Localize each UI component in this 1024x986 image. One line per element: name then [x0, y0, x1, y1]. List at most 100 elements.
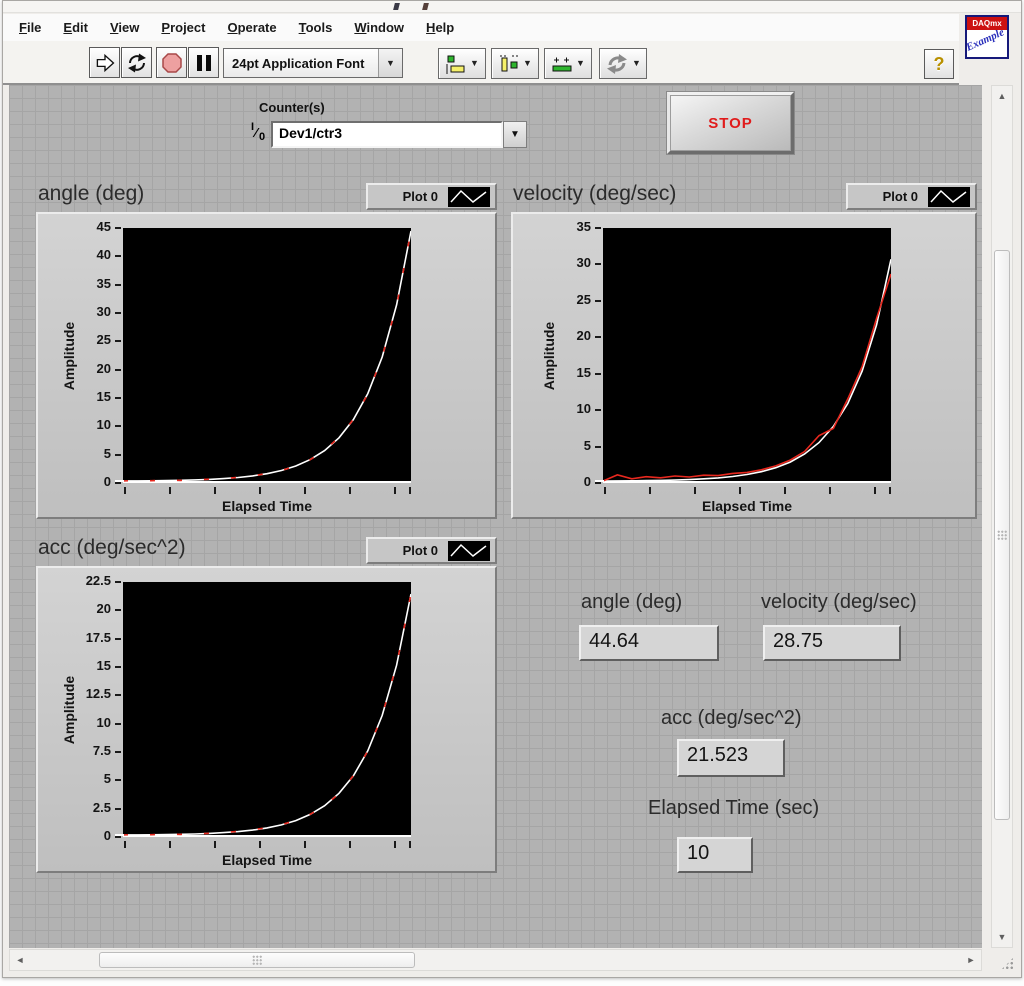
y-tick-mark — [115, 227, 121, 229]
thumb-grip-icon — [252, 955, 262, 965]
y-tick-label: 40 — [38, 247, 111, 262]
y-tick-label: 15 — [38, 389, 111, 404]
io-icon: I∕0 — [247, 121, 271, 148]
plot-sample-icon[interactable] — [928, 187, 970, 207]
plot-legend[interactable]: Plot 0 — [366, 537, 497, 564]
acc-chart: acc (deg/sec^2)Plot 022.52017.51512.5107… — [36, 536, 497, 873]
scroll-right-button[interactable]: ► — [961, 950, 981, 970]
font-selector-arrow[interactable]: ▼ — [378, 49, 402, 77]
chart-title: acc (deg/sec^2) — [38, 536, 186, 560]
menu-item-help[interactable]: Help — [426, 20, 454, 35]
labview-front-panel-window: File Edit View Project Operate Tools Window Hel… — [2, 0, 1022, 978]
daqmx-badge-body: Example — [967, 30, 1007, 57]
y-tick-label: 2.5 — [38, 800, 111, 815]
run-continuously-button[interactable] — [121, 47, 152, 78]
thumb-grip-icon — [997, 530, 1007, 540]
reorder-icon — [605, 53, 629, 75]
reorder-button[interactable]: ▼ — [599, 48, 647, 79]
y-tick-label: 5 — [38, 771, 111, 786]
plot-legend[interactable]: Plot 0 — [366, 183, 497, 210]
y-tick-mark — [115, 779, 121, 781]
x-axis-label: Elapsed Time — [123, 852, 411, 868]
y-tick-mark — [115, 482, 121, 484]
abort-button[interactable] — [156, 47, 187, 78]
plot-area[interactable] — [123, 582, 411, 837]
x-tick-mark — [604, 487, 606, 494]
front-panel: Counter(s) I∕0 Dev1/ctr3 ▼ STOP angle (d… — [9, 85, 982, 948]
menu-item-file[interactable]: File — [19, 20, 41, 35]
velocity-chart: velocity (deg/sec)Plot 035302520151050Am… — [511, 182, 977, 519]
scroll-down-button[interactable]: ▼ — [992, 927, 1012, 947]
daqmx-badge-header: DAQmx — [967, 17, 1007, 30]
title-text-fragment — [422, 3, 429, 10]
y-tick-mark — [115, 723, 121, 725]
chevron-down-icon: ▼ — [632, 59, 641, 68]
plot-area[interactable] — [603, 228, 891, 483]
plot-legend-label: Plot 0 — [403, 189, 438, 204]
menubar: File Edit View Project Operate Tools Window Hel… — [3, 14, 959, 41]
y-tick-mark — [115, 638, 121, 640]
plot-legend[interactable]: Plot 0 — [846, 183, 977, 210]
x-tick-mark — [394, 841, 396, 848]
y-tick-mark — [115, 609, 121, 611]
acc-indicator-label: acc (deg/sec^2) — [661, 707, 802, 730]
counter-combo[interactable]: I∕0 Dev1/ctr3 ▼ — [247, 121, 527, 148]
plot-legend-label: Plot 0 — [883, 189, 918, 204]
plot-area[interactable] — [123, 228, 411, 483]
pause-icon — [194, 53, 214, 73]
y-tick-label: 15 — [38, 658, 111, 673]
y-tick-label: 20 — [38, 601, 111, 616]
chart-title: angle (deg) — [38, 182, 144, 206]
y-tick-mark — [595, 300, 601, 302]
vertical-scroll-thumb[interactable] — [994, 250, 1010, 820]
font-selector[interactable]: 24pt Application Font ▼ — [223, 48, 403, 78]
scroll-down-icon: ▼ — [998, 932, 1007, 942]
angle-chart: angle (deg)Plot 0454035302520151050Ampli… — [36, 182, 497, 519]
x-tick-mark — [214, 487, 216, 494]
y-tick-mark — [595, 409, 601, 411]
menu-item-operate[interactable]: Operate — [227, 20, 276, 35]
y-tick-label: 22.5 — [38, 573, 111, 588]
plot-sample-icon[interactable] — [448, 187, 490, 207]
x-tick-mark — [739, 487, 741, 494]
plot-sample-icon[interactable] — [448, 541, 490, 561]
counter-value-field[interactable]: Dev1/ctr3 — [271, 121, 503, 148]
horizontal-scrollbar[interactable]: ◄ ► — [9, 949, 982, 971]
align-objects-button[interactable]: ▼ — [438, 48, 486, 79]
menu-item-tools[interactable]: Tools — [299, 20, 333, 35]
stop-button[interactable]: STOP — [667, 92, 794, 154]
counter-dropdown-arrow[interactable]: ▼ — [503, 121, 527, 148]
scroll-left-button[interactable]: ◄ — [10, 950, 30, 970]
y-tick-mark — [595, 446, 601, 448]
chart-panel: 22.52017.51512.5107.552.50AmplitudeElaps… — [36, 566, 497, 873]
y-tick-label: 30 — [38, 304, 111, 319]
run-button[interactable] — [89, 47, 120, 78]
y-tick-label: 30 — [513, 255, 591, 270]
x-axis-label: Elapsed Time — [123, 498, 411, 514]
title-text-fragment — [393, 3, 400, 10]
angle-indicator-label: angle (deg) — [581, 591, 682, 614]
elapsed-time-indicator-label: Elapsed Time (sec) — [648, 797, 819, 820]
y-tick-mark — [115, 312, 121, 314]
x-tick-mark — [409, 487, 411, 494]
distribute-objects-button[interactable]: ▼ — [491, 48, 539, 79]
resize-objects-button[interactable]: ▼ — [544, 48, 592, 79]
vertical-scrollbar[interactable]: ▲ ▼ — [991, 85, 1013, 948]
y-tick-mark — [115, 751, 121, 753]
x-axis-line — [115, 834, 124, 836]
y-tick-label: 0 — [513, 474, 591, 489]
context-help-button[interactable]: ? — [924, 49, 954, 79]
y-axis-label: Amplitude — [541, 321, 557, 389]
menu-item-view[interactable]: View — [110, 20, 139, 35]
y-tick-label: 0 — [38, 828, 111, 843]
window-resize-grip[interactable] — [1001, 957, 1014, 970]
pause-button[interactable] — [188, 47, 219, 78]
menu-item-window[interactable]: Window — [354, 20, 404, 35]
x-tick-mark — [409, 841, 411, 848]
horizontal-scroll-thumb[interactable] — [99, 952, 415, 968]
x-tick-mark — [649, 487, 651, 494]
menu-item-edit[interactable]: Edit — [63, 20, 88, 35]
scroll-up-button[interactable]: ▲ — [992, 86, 1012, 106]
menu-item-project[interactable]: Project — [161, 20, 205, 35]
y-tick-mark — [115, 808, 121, 810]
